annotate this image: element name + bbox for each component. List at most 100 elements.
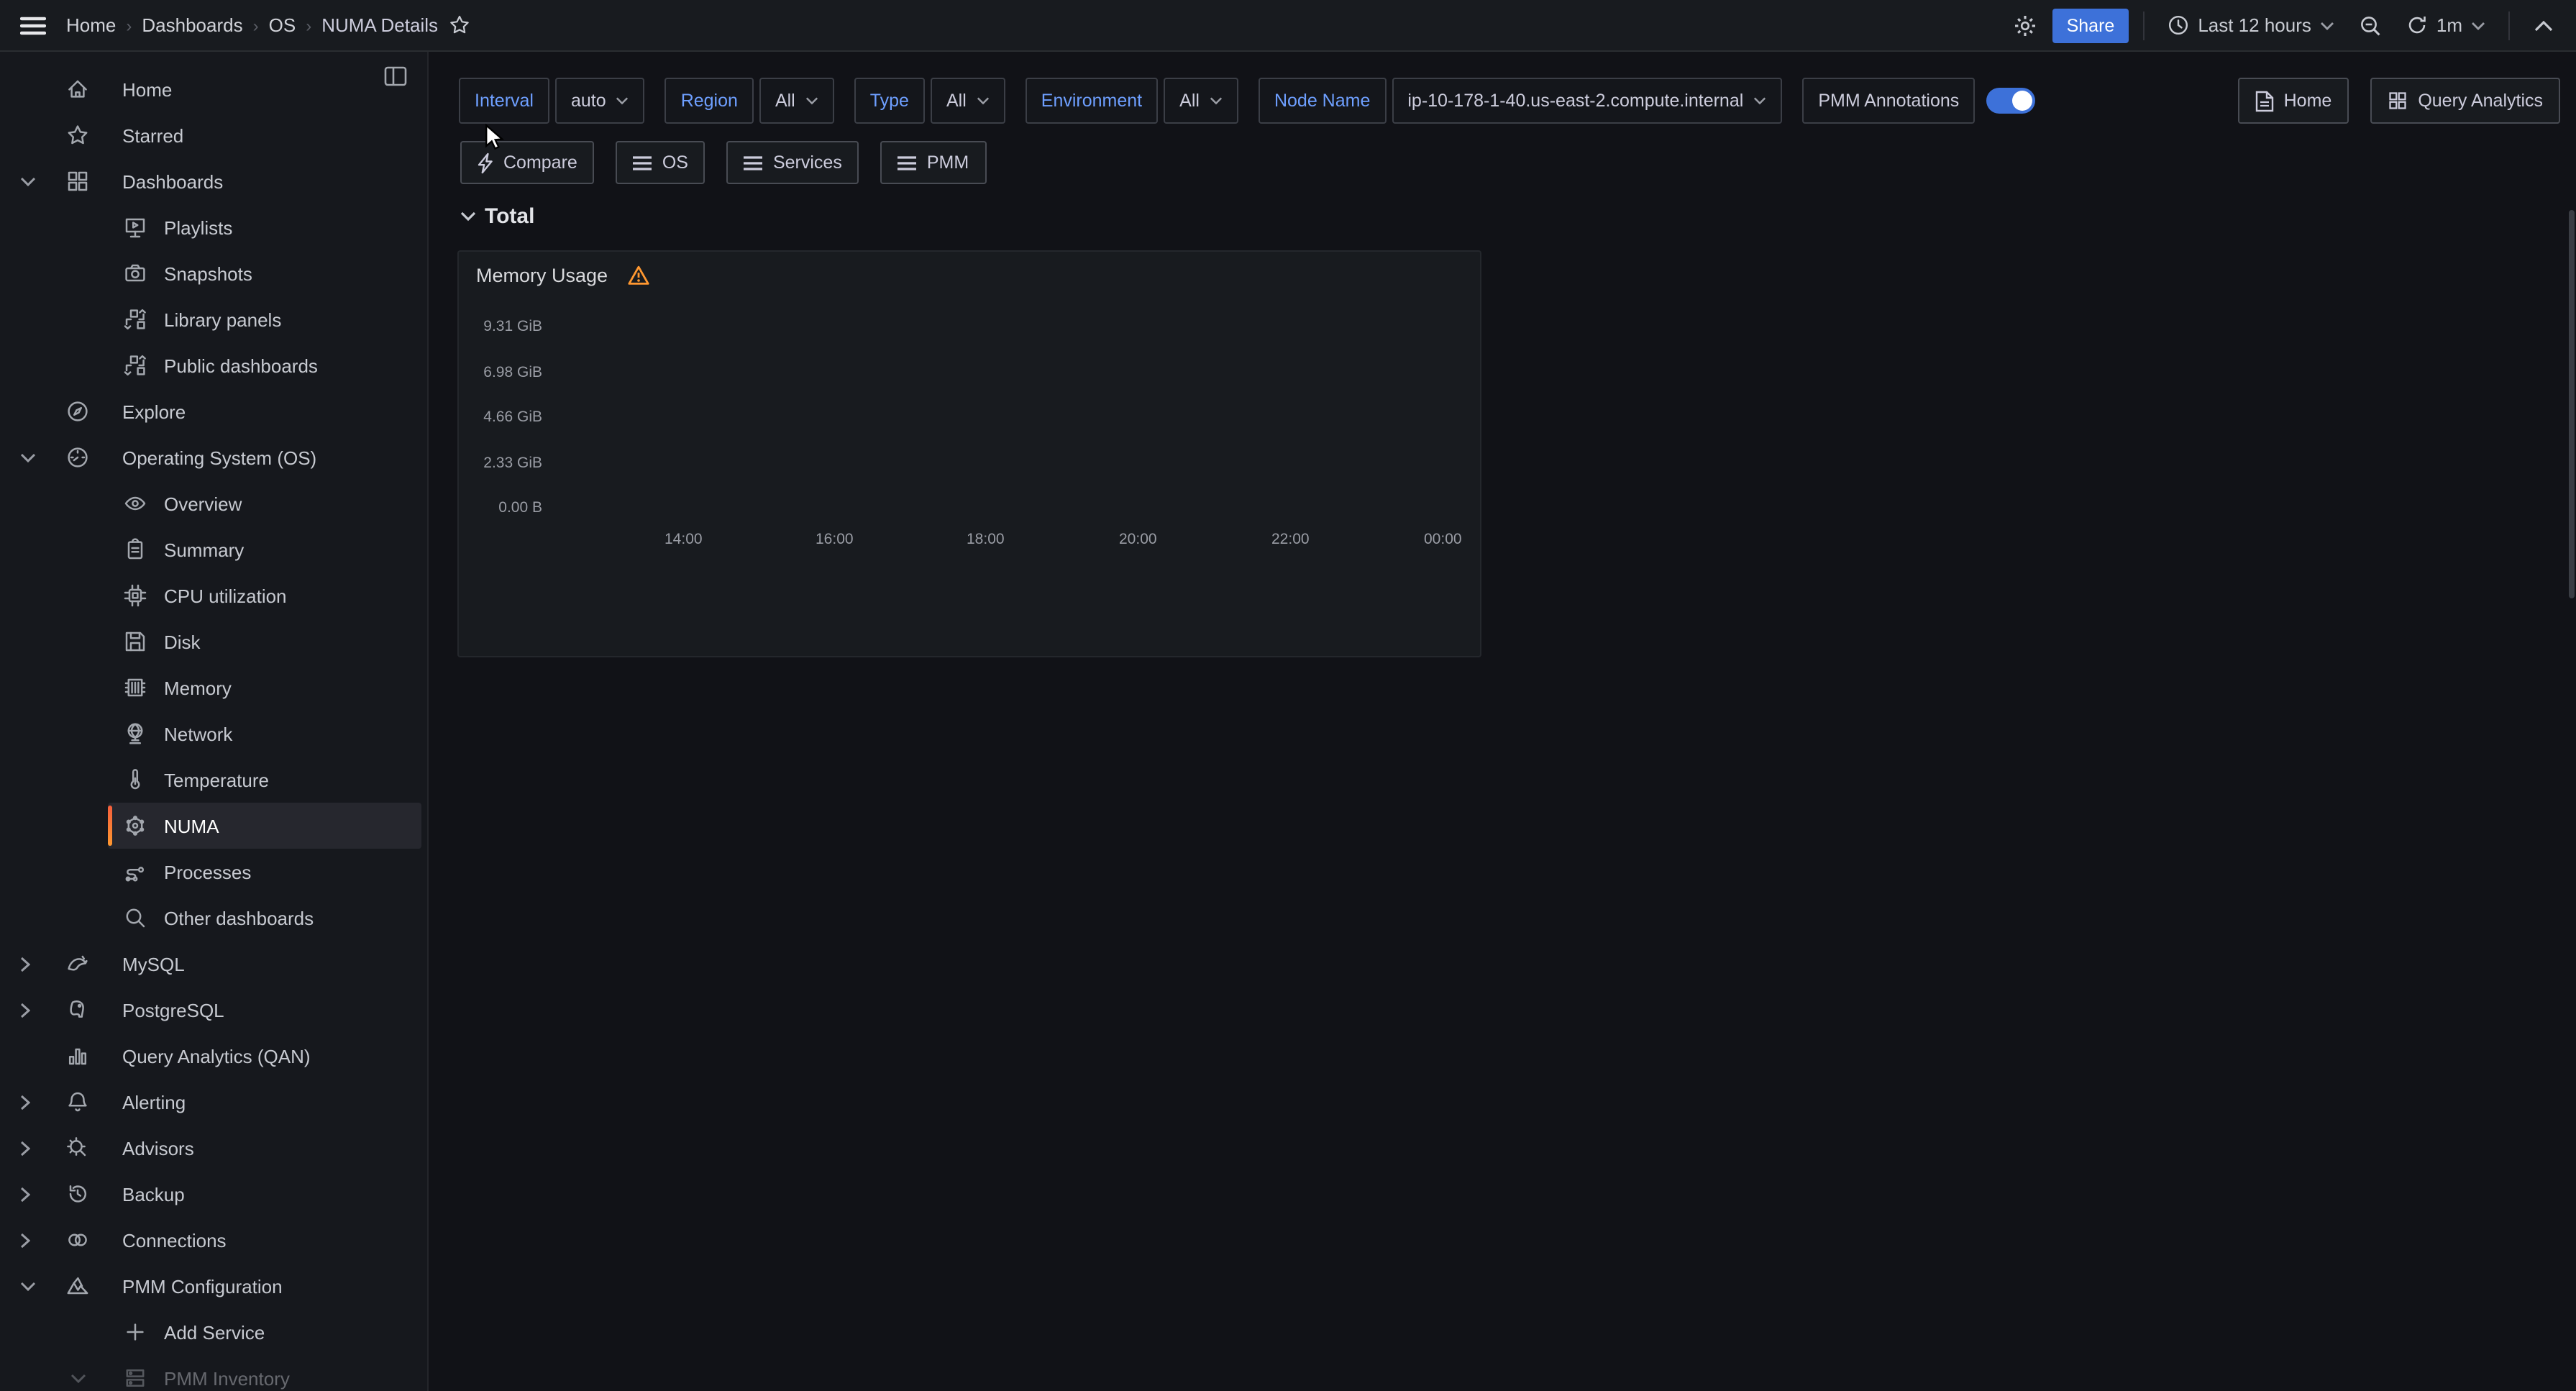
- sidebar-item-disk[interactable]: Disk: [0, 619, 427, 665]
- share-button[interactable]: Share: [2052, 8, 2129, 42]
- toggle-knob: [2012, 91, 2032, 111]
- scrollbar-thumb[interactable]: [2569, 210, 2575, 598]
- sidebar-item-dashboards[interactable]: Dashboards: [0, 158, 427, 204]
- dock-menu-icon[interactable]: [375, 65, 416, 88]
- sidebar-item-cpu-utilization[interactable]: CPU utilization: [0, 573, 427, 619]
- dashboard-links: Home Query Analytics: [2238, 78, 2560, 124]
- home-dashboard-button[interactable]: Home: [2238, 78, 2349, 124]
- sidebar-item-pmm-configuration[interactable]: PMM Configuration: [0, 1263, 427, 1309]
- sidebar-item-postgresql[interactable]: PostgreSQL: [0, 987, 427, 1033]
- list-icon: [744, 155, 763, 170]
- breadcrumb-item[interactable]: Home: [66, 14, 116, 36]
- sidebar-item-temperature[interactable]: Temperature: [0, 757, 427, 803]
- sidebar-item-mysql[interactable]: MySQL: [0, 941, 427, 987]
- sidebar-item-backup[interactable]: Backup: [0, 1171, 427, 1217]
- sidebar-item-label: Explore: [122, 401, 186, 422]
- variable-value-interval[interactable]: auto: [555, 78, 645, 124]
- variable-label-region[interactable]: Region: [665, 78, 754, 124]
- variable-current-value: auto: [571, 91, 606, 111]
- query-analytics-button[interactable]: Query Analytics: [2370, 78, 2560, 124]
- history-icon: [66, 1182, 89, 1205]
- sidebar-item-label: Disk: [164, 631, 201, 652]
- top-nav: Home›Dashboards›OS›NUMA Details Share La…: [0, 0, 2576, 52]
- sidebar-item-explore[interactable]: Explore: [0, 388, 427, 434]
- sidebar-item-network[interactable]: Network: [0, 711, 427, 757]
- chevron-down-icon: [1753, 96, 1766, 105]
- dashboard-canvas: IntervalautoRegionAllTypeAllEnvironmentA…: [429, 52, 2576, 1391]
- section-row-total[interactable]: Total: [460, 204, 534, 229]
- variable-value-environment[interactable]: All: [1164, 78, 1238, 124]
- breadcrumb-item[interactable]: Dashboards: [142, 14, 242, 36]
- grid-icon: [2388, 91, 2408, 111]
- postgres-icon: [66, 998, 89, 1021]
- home-icon: [66, 78, 89, 101]
- breadcrumb-separator: ›: [253, 15, 259, 35]
- breadcrumb-item[interactable]: OS: [269, 14, 296, 36]
- sidebar-item-label: PMM Configuration: [122, 1275, 283, 1297]
- sidebar-item-alerting[interactable]: Alerting: [0, 1079, 427, 1125]
- dashboard-settings-icon[interactable]: [2006, 6, 2044, 44]
- sidebar-item-starred[interactable]: Starred: [0, 112, 427, 158]
- sidebar-item-public-dashboards[interactable]: Public dashboards: [0, 342, 427, 388]
- variable-label-node-name[interactable]: Node Name: [1259, 78, 1386, 124]
- link-button-os[interactable]: OS: [616, 141, 705, 184]
- sidebar-item-library-panels[interactable]: Library panels: [0, 296, 427, 342]
- disk-icon: [124, 630, 147, 653]
- axis-tick-label: 00:00: [1424, 531, 1476, 548]
- chevron-down-icon: [616, 96, 629, 105]
- pmm-annotations-label: PMM Annotations: [1802, 78, 1975, 124]
- axis-tick-label: 0.00 B: [467, 499, 542, 516]
- sidebar-item-home[interactable]: Home: [0, 66, 427, 112]
- variable-value-type[interactable]: All: [931, 78, 1005, 124]
- variable-label-type[interactable]: Type: [854, 78, 925, 124]
- camera-icon: [124, 262, 147, 285]
- search-icon: [124, 906, 147, 929]
- sidebar-item-memory[interactable]: Memory: [0, 665, 427, 711]
- sidebar-item-label: PostgreSQL: [122, 999, 224, 1021]
- sidebar-item-processes[interactable]: Processes: [0, 849, 427, 895]
- bolt-icon: [478, 152, 493, 173]
- mysql-icon: [66, 952, 89, 975]
- sidebar-item-label: Operating System (OS): [122, 447, 316, 468]
- pmm-annotations-toggle[interactable]: [1986, 88, 2035, 114]
- sidebar-item-connections[interactable]: Connections: [0, 1217, 427, 1263]
- sidebar-item-overview[interactable]: Overview: [0, 480, 427, 526]
- sidebar-item-operating-system-os[interactable]: Operating System (OS): [0, 434, 427, 480]
- sidebar-item-label: Library panels: [164, 309, 281, 330]
- sidebar-item-label: Add Service: [164, 1321, 265, 1343]
- variable-value-node-name[interactable]: ip-10-178-1-40.us-east-2.compute.interna…: [1392, 78, 1782, 124]
- numa-icon: [124, 814, 147, 837]
- link-button-services[interactable]: Services: [727, 141, 859, 184]
- sidebar-item-numa[interactable]: NUMA: [0, 803, 427, 849]
- sidebar-item-other-dashboards[interactable]: Other dashboards: [0, 895, 427, 941]
- sidebar-item-query-analytics-qan[interactable]: Query Analytics (QAN): [0, 1033, 427, 1079]
- sidebar-item-snapshots[interactable]: Snapshots: [0, 250, 427, 296]
- sidebar-item-label: Dashboards: [122, 170, 223, 192]
- time-range-picker[interactable]: Last 12 hours: [2159, 13, 2343, 37]
- sidebar-item-label: Public dashboards: [164, 355, 318, 376]
- star-dashboard-icon[interactable]: [441, 6, 478, 44]
- menu-toggle-icon[interactable]: [14, 6, 52, 44]
- sidebar-item-playlists[interactable]: Playlists: [0, 204, 427, 250]
- sidebar-item-pmm-inventory[interactable]: PMM Inventory: [0, 1355, 427, 1391]
- links-toolbar: Compare OS Services PMM: [460, 141, 986, 184]
- refresh-interval-label: 1m: [2436, 14, 2462, 36]
- variable-label-interval[interactable]: Interval: [459, 78, 549, 124]
- apps-icon: [66, 170, 89, 193]
- breadcrumb-item[interactable]: NUMA Details: [321, 14, 438, 36]
- refresh-picker[interactable]: 1m: [2398, 13, 2494, 37]
- kiosk-mode-icon[interactable]: [2524, 6, 2562, 44]
- chevron-right-icon: [20, 1186, 37, 1202]
- panel-title[interactable]: Memory Usage: [476, 265, 608, 286]
- variable-label-environment[interactable]: Environment: [1026, 78, 1158, 124]
- link-button-compare[interactable]: Compare: [460, 141, 595, 184]
- star-icon: [66, 124, 89, 147]
- sidebar-item-add-service[interactable]: Add Service: [0, 1309, 427, 1355]
- zoom-out-icon[interactable]: [2352, 6, 2389, 44]
- variable-value-region[interactable]: All: [759, 78, 834, 124]
- sidebar-item-summary[interactable]: Summary: [0, 526, 427, 573]
- compass-icon: [66, 400, 89, 423]
- sidebar-item-advisors[interactable]: Advisors: [0, 1125, 427, 1171]
- pmm-icon: [66, 1274, 89, 1297]
- link-button-pmm[interactable]: PMM: [881, 141, 986, 184]
